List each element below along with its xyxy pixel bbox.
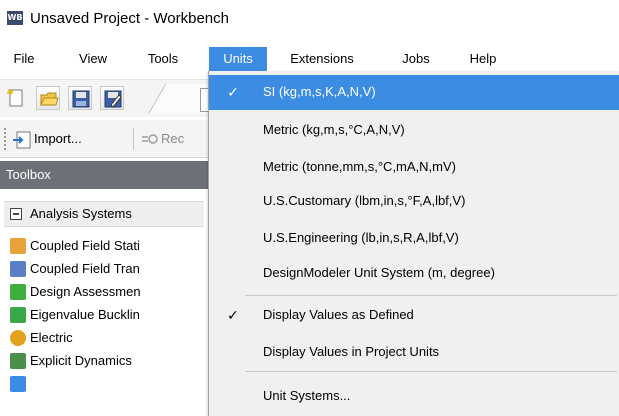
menu-item-label: Unit Systems... — [263, 388, 351, 403]
toolbox-item-label: Design Assessmen — [30, 284, 141, 299]
menu-item-label: Display Values in Project Units — [263, 344, 440, 359]
menu-item-si-units[interactable]: ✓ SI (kg,m,s,K,A,N,V) — [209, 75, 619, 110]
toolbox-item-label: Coupled Field Stati — [30, 238, 140, 253]
menu-units[interactable]: Units — [209, 47, 267, 71]
toolbox-panel: Analysis Systems Coupled Field Stati Cou… — [0, 189, 210, 416]
menu-item-label: Metric (kg,m,s,°C,A,N,V) — [263, 122, 405, 137]
toolbox-item-electric[interactable]: Electric — [10, 327, 210, 350]
explicit-dynamics-icon — [10, 353, 26, 369]
secondary-toolbar: Import... Rec — [0, 120, 210, 158]
open-project-button[interactable] — [36, 86, 60, 110]
save-icon — [72, 90, 90, 108]
menu-item-label: U.S.Customary (lbm,in,s,°F,A,lbf,V) — [263, 193, 466, 208]
menu-help[interactable]: Help — [462, 47, 504, 71]
checkmark-icon: ✓ — [227, 307, 239, 323]
toolbox-item-coupled-field-transient[interactable]: Coupled Field Tran — [10, 258, 210, 281]
menu-item-label: U.S.Engineering (lb,in,s,R,A,lbf,V) — [263, 230, 459, 245]
menu-item-label: Metric (tonne,mm,s,°C,mA,N,mV) — [263, 159, 456, 174]
menu-item-label: DesignModeler Unit System (m, degree) — [263, 265, 495, 280]
menu-item-label: SI (kg,m,s,K,A,N,V) — [263, 84, 376, 99]
group-label: Analysis Systems — [30, 206, 132, 221]
toolbox-item-label: Eigenvalue Bucklin — [30, 307, 140, 322]
save-project-button[interactable] — [68, 86, 92, 110]
toolbox-item-label: Coupled Field Tran — [30, 261, 140, 276]
reconnect-button[interactable]: Rec — [161, 131, 184, 146]
coupled-field-static-icon — [10, 238, 26, 254]
menu-item-designmodeler-units[interactable]: DesignModeler Unit System (m, degree) — [209, 256, 619, 291]
toolbox-item-design-assessment[interactable]: Design Assessmen — [10, 281, 210, 304]
menu-item-metric-kg[interactable]: Metric (kg,m,s,°C,A,N,V) — [209, 113, 619, 148]
workbench-app-icon: WB — [7, 11, 23, 25]
menu-tools[interactable]: Tools — [138, 47, 188, 71]
design-assessment-icon — [10, 284, 26, 300]
toolbox-item-label: Explicit Dynamics — [30, 353, 132, 368]
menu-view[interactable]: View — [70, 47, 116, 71]
menu-bar: File View Tools Units Extensions Jobs He… — [0, 47, 619, 71]
menu-item-label: Display Values as Defined — [263, 307, 414, 322]
main-toolbar — [0, 79, 226, 117]
toolbar-separator — [133, 128, 134, 150]
menu-item-metric-tonne[interactable]: Metric (tonne,mm,s,°C,mA,N,mV) — [209, 150, 619, 185]
menu-item-unit-systems[interactable]: Unit Systems... — [209, 379, 619, 414]
menu-item-display-values-as-defined[interactable]: ✓ Display Values as Defined — [209, 298, 619, 333]
coupled-field-transient-icon — [10, 261, 26, 277]
toolbox-item-partial[interactable] — [10, 373, 210, 393]
menu-extensions[interactable]: Extensions — [276, 47, 368, 71]
menu-separator — [245, 295, 617, 296]
electric-icon — [10, 330, 26, 346]
collapse-icon[interactable] — [10, 208, 22, 220]
new-file-icon — [7, 89, 23, 107]
new-project-button[interactable] — [4, 86, 28, 110]
title-bar: WB Unsaved Project - Workbench — [0, 0, 619, 36]
window-title: Unsaved Project - Workbench — [30, 9, 229, 27]
checkmark-icon: ✓ — [227, 84, 239, 100]
reconnect-icon — [142, 134, 158, 144]
import-icon — [13, 131, 31, 149]
toolbar-grip-handle[interactable] — [4, 128, 7, 150]
toolbox-header: Toolbox — [0, 161, 210, 189]
menu-separator — [245, 371, 617, 372]
menu-file[interactable]: File — [4, 47, 44, 71]
toolbox-item-label: Electric — [30, 330, 73, 345]
fluid-flow-icon — [10, 376, 26, 392]
import-button[interactable]: Import... — [34, 131, 82, 146]
toolbox-item-explicit-dynamics[interactable]: Explicit Dynamics — [10, 350, 210, 373]
menu-item-display-values-project-units[interactable]: Display Values in Project Units — [209, 335, 619, 370]
menu-item-us-customary[interactable]: U.S.Customary (lbm,in,s,°F,A,lbf,V) — [209, 184, 619, 219]
units-dropdown-menu: ✓ SI (kg,m,s,K,A,N,V) Metric (kg,m,s,°C,… — [208, 71, 619, 416]
eigenvalue-buckling-icon — [10, 307, 26, 323]
menu-item-us-engineering[interactable]: U.S.Engineering (lb,in,s,R,A,lbf,V) — [209, 221, 619, 256]
toolbox-item-coupled-field-static[interactable]: Coupled Field Stati — [10, 235, 210, 258]
analysis-systems-group[interactable]: Analysis Systems — [4, 201, 204, 227]
toolbox-item-eigenvalue-buckling[interactable]: Eigenvalue Bucklin — [10, 304, 210, 327]
save-as-button[interactable] — [100, 86, 124, 110]
menu-jobs[interactable]: Jobs — [393, 47, 439, 71]
save-as-icon — [104, 90, 122, 108]
open-folder-icon — [40, 92, 59, 106]
